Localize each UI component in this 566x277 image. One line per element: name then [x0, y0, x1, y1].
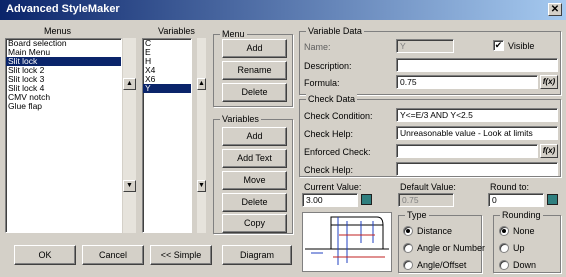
check-data-title: Check Data [306, 94, 358, 104]
enforced-check-field[interactable] [396, 144, 538, 158]
menu-group-title: Menu [220, 29, 247, 39]
menu-add-button[interactable]: Add [222, 39, 287, 58]
button-label: Delete [241, 87, 268, 97]
diagram-button[interactable]: Diagram [222, 245, 292, 265]
variable-delete-button[interactable]: Delete [222, 193, 287, 212]
diagram-preview [302, 212, 392, 272]
menu-list-item[interactable]: Glue flap [6, 102, 121, 111]
menus-list[interactable]: Board selection Main Menu Slit lock Slit lo… [5, 38, 122, 233]
box-outline-icon [305, 216, 389, 265]
type-radio[interactable] [403, 243, 413, 253]
type-radio-label: Angle or Number [417, 243, 486, 253]
visible-label: Visible [508, 41, 535, 51]
default-value-label: Default Value: [400, 182, 456, 192]
formula-field[interactable]: 0.75 [396, 75, 538, 89]
description-label: Description: [304, 61, 352, 71]
rounding-radio-label: Down [513, 260, 537, 270]
current-value-picker-icon[interactable] [361, 194, 372, 205]
scroll-down-icon[interactable]: ▼ [123, 180, 136, 192]
variables-scrollbar[interactable]: ▲ ▼ [196, 38, 206, 233]
round-to-field[interactable]: 0 [488, 193, 544, 207]
title-bar: Advanced StyleMaker ✕ [0, 0, 566, 20]
current-value-field[interactable]: 3.00 [302, 193, 358, 207]
menu-delete-button[interactable]: Delete [222, 83, 287, 102]
variables-header: Variables [158, 26, 195, 36]
menus-header: Menus [44, 26, 72, 36]
rounding-radio-label: None [513, 226, 535, 236]
window-title: Advanced StyleMaker [6, 3, 120, 15]
variable-copy-button[interactable]: Copy [222, 214, 287, 233]
menu-rename-button[interactable]: Rename [222, 61, 287, 80]
scroll-up-icon[interactable]: ▲ [123, 78, 136, 90]
button-label: Add [246, 131, 263, 141]
check-condition-label: Check Condition: [304, 111, 373, 121]
close-icon[interactable]: ✕ [548, 3, 562, 16]
variable-data-title: Variable Data [306, 26, 364, 36]
enforced-fx-button[interactable]: f(x) [540, 144, 558, 158]
check-help-2-label: Check Help: [304, 165, 354, 175]
type-radio-label: Distance [417, 226, 453, 236]
type-group-title: Type [405, 210, 429, 220]
name-label: Name: [304, 42, 331, 52]
type-radio-label: Angle/Offset [417, 260, 467, 270]
rounding-radio[interactable] [499, 260, 509, 270]
round-to-picker-icon[interactable] [547, 194, 558, 205]
type-radio[interactable] [403, 260, 413, 270]
variable-add-text-button[interactable]: Add Text [222, 149, 287, 168]
scroll-down-icon[interactable]: ▼ [197, 180, 206, 192]
button-label: Add [246, 43, 263, 53]
button-label: Add Text [237, 153, 272, 163]
default-value-field: 0.75 [398, 193, 454, 207]
description-field[interactable] [396, 58, 558, 72]
variables-list[interactable]: C E H X4 X6 Y [142, 38, 192, 233]
rounding-radio[interactable] [499, 226, 509, 236]
scroll-up-icon[interactable]: ▲ [197, 78, 206, 90]
button-label: OK [38, 250, 52, 260]
visible-checkbox[interactable]: ✔ [493, 40, 504, 51]
rounding-radio[interactable] [499, 243, 509, 253]
button-label: Diagram [239, 250, 274, 260]
rounding-group-title: Rounding [500, 210, 543, 220]
check-help-2-field[interactable] [396, 162, 558, 176]
formula-label: Formula: [304, 78, 340, 88]
round-to-label: Round to: [490, 182, 530, 192]
rounding-radio-label: Up [513, 243, 525, 253]
button-label: Move [243, 175, 266, 185]
name-field[interactable]: Y [396, 39, 454, 53]
cancel-button[interactable]: Cancel [82, 245, 144, 265]
ok-button[interactable]: OK [14, 245, 76, 265]
type-radio[interactable] [403, 226, 413, 236]
button-label: << Simple [160, 250, 202, 260]
button-label: Delete [241, 197, 268, 207]
enforced-check-label: Enforced Check: [304, 147, 371, 157]
check-help-field[interactable]: Unreasonable value - Look at limits [396, 126, 558, 140]
button-label: Rename [237, 65, 272, 75]
button-label: Copy [243, 218, 265, 228]
check-help-label: Check Help: [304, 129, 354, 139]
simple-button[interactable]: << Simple [150, 245, 212, 265]
menus-scrollbar[interactable]: ▲ ▼ [122, 38, 136, 233]
current-value-label: Current Value: [304, 182, 362, 192]
variable-list-item[interactable]: Y [143, 84, 191, 93]
check-condition-field[interactable]: Y<=E/3 AND Y<2.5 [396, 108, 558, 122]
button-label: Cancel [98, 250, 127, 260]
variable-add-button[interactable]: Add [222, 127, 287, 146]
variables-group-title: Variables [220, 114, 261, 124]
formula-fx-button[interactable]: f(x) [540, 75, 558, 89]
variable-move-button[interactable]: Move [222, 171, 287, 190]
